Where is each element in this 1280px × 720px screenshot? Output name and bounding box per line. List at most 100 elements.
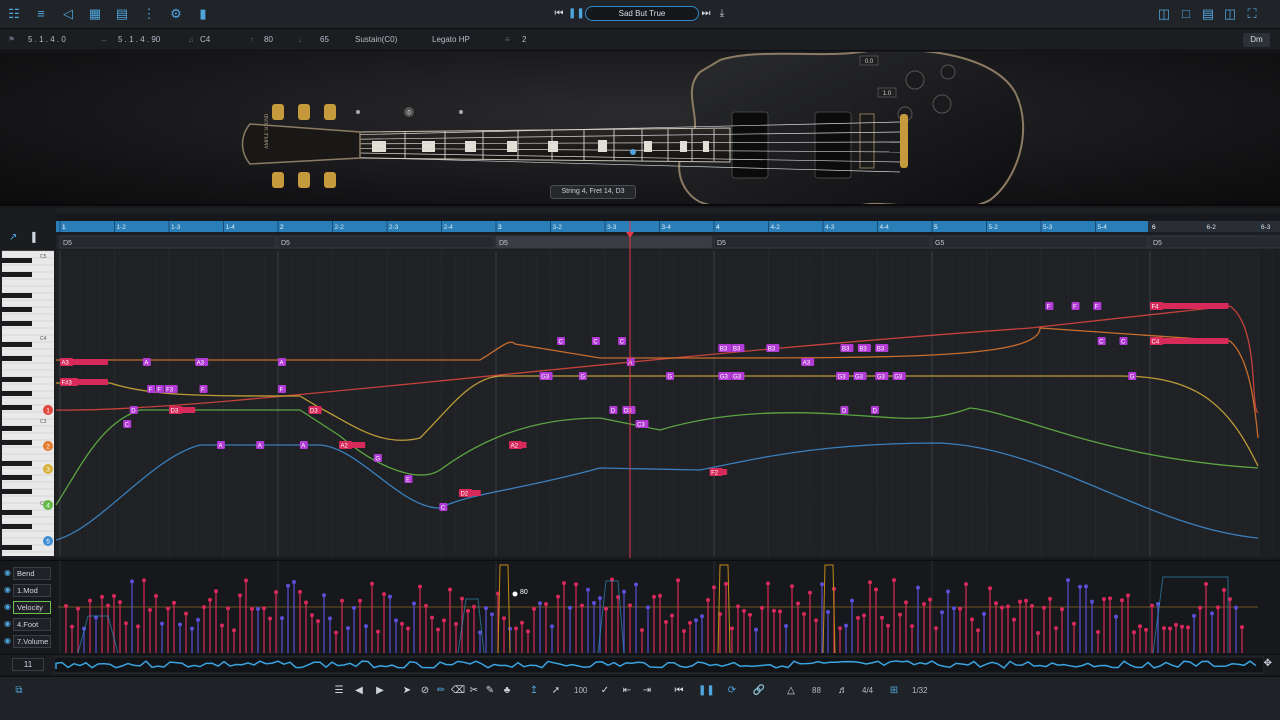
next-icon[interactable]: ▶: [373, 684, 387, 698]
loop-icon[interactable]: ⟳: [725, 684, 739, 698]
tempo-value[interactable]: 88: [812, 686, 821, 695]
rewind-icon[interactable]: ⏮: [672, 684, 686, 698]
volume-knob-2[interactable]: [940, 64, 956, 80]
pause-button[interactable]: ❚❚: [698, 684, 715, 698]
note-release[interactable]: 65: [320, 35, 329, 44]
skip-forward-icon[interactable]: ⏭: [699, 5, 713, 23]
eye-icon[interactable]: ◉: [4, 569, 12, 577]
piano-black-key[interactable]: [2, 489, 32, 494]
piano-roll-canvas[interactable]: ↗ ▐ 1 1-2 1-3 1-4 2 2-2 2-3 2-4 3 3-2 3-3 3-4 4 4-2 4-3 4…: [0, 208, 1280, 558]
eye-icon[interactable]: ◉: [4, 620, 12, 628]
lane-volume[interactable]: ◉ 7.Volume: [4, 635, 54, 649]
eye-icon[interactable]: ◉: [4, 637, 12, 645]
song-title[interactable]: Sad But True: [585, 6, 699, 21]
time-signature[interactable]: 4/4: [862, 686, 873, 695]
grid-icon[interactable]: ⊞: [887, 684, 901, 698]
eraser-icon[interactable]: ⌫: [451, 684, 465, 698]
piano-black-key[interactable]: [2, 475, 32, 480]
chord-block[interactable]: [1149, 235, 1280, 249]
spectrum-icon[interactable]: ▮: [195, 6, 211, 22]
pencil-icon[interactable]: ✏: [434, 684, 448, 698]
speaker-icon[interactable]: ♬: [836, 684, 850, 698]
lane-label[interactable]: 7.Volume: [13, 635, 51, 648]
piano-black-key[interactable]: [2, 342, 32, 347]
piano-black-key[interactable]: [2, 440, 32, 445]
export-icon[interactable]: ⤓: [715, 5, 729, 23]
piano-black-key[interactable]: [2, 321, 32, 326]
fret-position-marker[interactable]: [630, 149, 636, 155]
piano-black-key[interactable]: [2, 545, 32, 550]
piano-black-key[interactable]: [2, 426, 32, 431]
fullscreen-icon[interactable]: ⛶: [1244, 6, 1260, 22]
note-velocity[interactable]: 80: [264, 35, 273, 44]
pick-tool-icon[interactable]: ♣: [500, 684, 514, 698]
piano-black-key[interactable]: [2, 307, 32, 312]
list-icon[interactable]: ☰: [332, 684, 346, 698]
chord-grid-icon[interactable]: ▦: [87, 6, 103, 22]
bracket-left-icon[interactable]: ⇤: [620, 684, 634, 698]
metronome-icon[interactable]: △: [784, 684, 798, 698]
window-icon[interactable]: ▤: [114, 6, 130, 22]
layout-4-icon[interactable]: ◫: [1222, 6, 1238, 22]
overview-scrollbar[interactable]: [54, 655, 1264, 675]
grid-value[interactable]: 1/32: [912, 686, 928, 695]
prev-icon[interactable]: ◀: [352, 684, 366, 698]
line-tool-icon[interactable]: ➚: [549, 684, 563, 698]
chord-block[interactable]: [59, 235, 277, 249]
piano-black-key[interactable]: [2, 391, 32, 396]
chain-icon[interactable]: 🔗: [752, 684, 766, 698]
chord-block[interactable]: [277, 235, 495, 249]
piano-black-key[interactable]: [2, 293, 32, 298]
skip-back-icon[interactable]: ⏮: [552, 5, 566, 23]
volume-knob[interactable]: [905, 70, 925, 90]
pick-icon[interactable]: ◁: [60, 6, 76, 22]
voice-number[interactable]: 2: [522, 35, 526, 44]
piano-black-key[interactable]: [2, 510, 32, 515]
layout-3-icon[interactable]: ▤: [1200, 6, 1216, 22]
lane-label[interactable]: 4.Foot: [13, 618, 51, 631]
lane-velocity[interactable]: ◉ Velocity: [4, 601, 54, 615]
chord-block[interactable]: [713, 235, 931, 249]
piano-roll[interactable]: ↗ ▐ 1 1-2 1-3 1-4 2 2-2 2-3 2-4 3 3-2 3-3 3-4 4 4-2 4-3 4…: [0, 208, 1280, 558]
piano-black-key[interactable]: [2, 272, 32, 277]
lane-label[interactable]: Velocity: [13, 601, 51, 614]
tone-knob[interactable]: [932, 94, 952, 114]
piano-black-key[interactable]: [2, 461, 32, 466]
move-icon[interactable]: ✥: [1264, 658, 1272, 669]
mixer-icon[interactable]: ≡: [33, 6, 49, 22]
scissors-icon[interactable]: ✂: [467, 684, 481, 698]
lane-label[interactable]: 1.Mod: [13, 584, 51, 597]
lane-mod[interactable]: ◉ 1.Mod: [4, 584, 54, 598]
eye-icon[interactable]: ◉: [4, 586, 12, 594]
lane-foot[interactable]: ◉ 4.Foot: [4, 618, 54, 632]
velocity-tool-icon[interactable]: ↥: [527, 684, 541, 698]
velocity-lane-canvas[interactable]: 80: [58, 561, 1280, 653]
pause-icon[interactable]: ❚❚: [568, 5, 585, 23]
mute-icon[interactable]: ⊘: [418, 684, 432, 698]
lane-bend[interactable]: ◉ Bend: [4, 567, 54, 581]
chord-block[interactable]: [931, 235, 1149, 249]
piano-icon[interactable]: ☷: [6, 6, 22, 22]
eq-sliders-icon[interactable]: ⋮: [141, 6, 157, 22]
chord-block[interactable]: [495, 235, 713, 249]
note-position[interactable]: 5 . 1 . 4 . 0: [28, 35, 66, 44]
piano-black-key[interactable]: [2, 524, 32, 529]
layout-2-icon[interactable]: □: [1178, 6, 1194, 22]
quantize-value[interactable]: 100: [574, 686, 587, 695]
strum-icon[interactable]: ✓: [598, 684, 612, 698]
layout-1-icon[interactable]: ◫: [1156, 6, 1172, 22]
timeline-ruler[interactable]: [56, 221, 1148, 232]
note-pitch[interactable]: C4: [200, 35, 210, 44]
piano-black-key[interactable]: [2, 356, 32, 361]
settings-icon[interactable]: ⚙: [168, 6, 184, 22]
brush-icon[interactable]: ✎: [483, 684, 497, 698]
piano-black-key[interactable]: [2, 258, 32, 263]
pointer-icon[interactable]: ➤: [400, 684, 414, 698]
key-selector[interactable]: Dm: [1243, 33, 1270, 47]
bar-count[interactable]: 11: [12, 658, 44, 671]
link-icon[interactable]: ⧉: [12, 684, 26, 698]
piano-black-key[interactable]: [2, 377, 32, 382]
lane-label[interactable]: Bend: [13, 567, 51, 580]
articulation[interactable]: Sustain(C0): [355, 35, 397, 44]
note-length[interactable]: 5 . 1 . 4 . 90: [118, 35, 160, 44]
